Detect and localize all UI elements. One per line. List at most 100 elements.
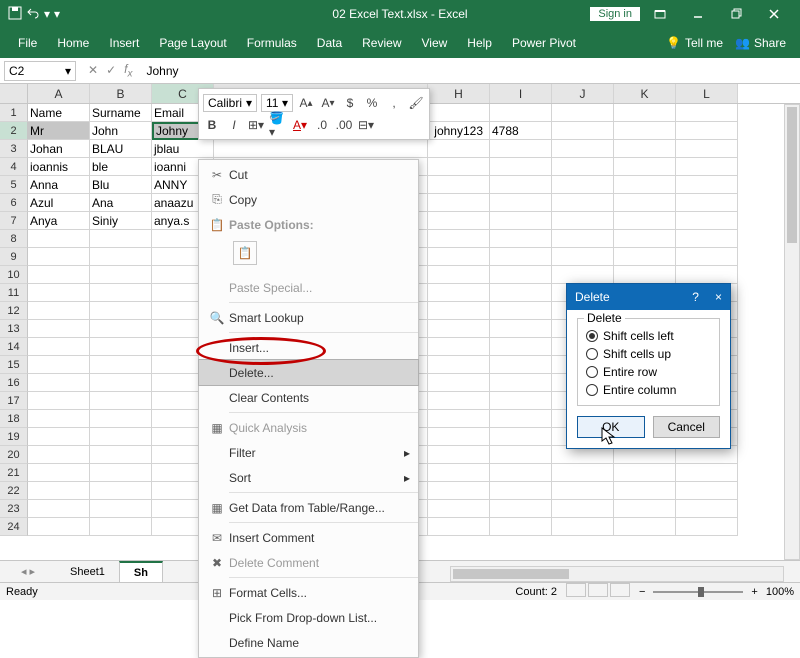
col-J[interactable]: J [552, 84, 614, 103]
size-select[interactable]: 11▾ [261, 94, 293, 112]
quick-icon: ▦ [205, 421, 229, 435]
increase-font-icon[interactable]: A▴ [297, 94, 315, 112]
format-painter-icon[interactable]: 🖌 [407, 94, 425, 112]
accounting-icon[interactable]: $ [341, 94, 359, 112]
restore-icon[interactable] [718, 4, 754, 24]
col-B[interactable]: B [90, 84, 152, 103]
fx-icon[interactable]: fx [124, 62, 132, 79]
zoom-slider[interactable] [653, 591, 743, 593]
close-icon[interactable] [756, 4, 792, 24]
menu-sort[interactable]: Sort▸ [199, 465, 418, 490]
enter-formula-icon[interactable]: ✓ [106, 63, 116, 77]
tab-insert[interactable]: Insert [99, 28, 149, 58]
font-select[interactable]: Calibri▾ [203, 94, 257, 112]
bulb-icon: 💡 [666, 36, 681, 50]
cancel-button[interactable]: Cancel [653, 416, 721, 438]
col-H[interactable]: H [428, 84, 490, 103]
decrease-decimal-icon[interactable]: .0 [313, 116, 331, 134]
menu-paste-options: 📋 [199, 237, 418, 275]
sheet-tab-active[interactable]: Sh [119, 561, 163, 582]
menu-cut[interactable]: ✂Cut [199, 162, 418, 187]
menu-clear-contents[interactable]: Clear Contents [199, 385, 418, 410]
tab-home[interactable]: Home [47, 28, 99, 58]
tab-file[interactable]: File [8, 28, 47, 58]
paste-icon: 📋 [205, 218, 229, 232]
dialog-help-icon[interactable]: ? [692, 290, 699, 304]
chevron-down-icon[interactable]: ▾ [65, 64, 71, 78]
decrease-font-icon[interactable]: A▾ [319, 94, 337, 112]
titlebar: ▾ ▾ 02 Excel Text.xlsx - Excel Sign in [0, 0, 800, 28]
zoom-level[interactable]: 100% [766, 586, 794, 598]
dialog-title: Delete [575, 290, 610, 304]
menu-smart-lookup[interactable]: 🔍Smart Lookup [199, 305, 418, 330]
ribbon: File Home Insert Page Layout Formulas Da… [0, 28, 800, 58]
menu-insert-comment[interactable]: ✉Insert Comment [199, 525, 418, 550]
fill-color-icon[interactable]: 🪣▾ [269, 116, 287, 134]
formula-bar[interactable]: Johny [140, 64, 800, 78]
dialog-group-legend: Delete [584, 311, 625, 325]
tab-view[interactable]: View [412, 28, 458, 58]
merge-icon[interactable]: ⊟▾ [357, 116, 375, 134]
share-button[interactable]: 👥Share [729, 36, 792, 50]
dialog-close-icon[interactable]: × [715, 290, 722, 304]
col-K[interactable]: K [614, 84, 676, 103]
radio-shift-left[interactable]: Shift cells left [586, 327, 711, 345]
sheet-nav[interactable]: ◂ ▸ [0, 565, 56, 578]
radio-shift-up[interactable]: Shift cells up [586, 345, 711, 363]
tab-page-layout[interactable]: Page Layout [149, 28, 236, 58]
italic-icon[interactable]: I [225, 116, 243, 134]
radio-entire-row[interactable]: Entire row [586, 363, 711, 381]
menu-get-data[interactable]: ▦Get Data from Table/Range... [199, 495, 418, 520]
border-icon[interactable]: ⊞▾ [247, 116, 265, 134]
ribbon-options-icon[interactable] [642, 4, 678, 24]
menu-filter[interactable]: Filter▸ [199, 440, 418, 465]
status-count: Count: 2 [515, 586, 557, 598]
menu-format-cells[interactable]: ⊞Format Cells... [199, 580, 418, 605]
select-all-corner[interactable] [0, 84, 28, 103]
view-buttons[interactable] [565, 583, 631, 600]
tell-me[interactable]: 💡Tell me [660, 36, 729, 50]
col-I[interactable]: I [490, 84, 552, 103]
undo-icon[interactable] [26, 6, 40, 23]
qat-more-icon[interactable]: ▾ [54, 7, 60, 21]
menu-paste-options-label: 📋Paste Options: [199, 212, 418, 237]
menu-delete[interactable]: Delete... [199, 360, 418, 385]
minimize-icon[interactable] [680, 4, 716, 24]
menu-paste-special[interactable]: Paste Special... [199, 275, 418, 300]
increase-decimal-icon[interactable]: .00 [335, 116, 353, 134]
font-color-icon[interactable]: A▾ [291, 116, 309, 134]
menu-insert[interactable]: Insert... [199, 335, 418, 360]
window-title: 02 Excel Text.xlsx - Excel [332, 7, 467, 21]
tab-review[interactable]: Review [352, 28, 411, 58]
menu-define-name[interactable]: Define Name [199, 630, 418, 655]
menu-pick-dropdown[interactable]: Pick From Drop-down List... [199, 605, 418, 630]
save-icon[interactable] [8, 6, 22, 23]
tab-help[interactable]: Help [457, 28, 502, 58]
name-box[interactable]: C2▾ [4, 61, 76, 81]
dialog-titlebar[interactable]: Delete ? × [567, 284, 730, 310]
comma-icon[interactable]: , [385, 94, 403, 112]
sheet-tab-1[interactable]: Sheet1 [56, 561, 119, 582]
radio-entire-col[interactable]: Entire column [586, 381, 711, 399]
scrollbar-h[interactable] [450, 566, 784, 582]
menu-delete-comment[interactable]: ✖Delete Comment [199, 550, 418, 575]
sign-in-button[interactable]: Sign in [590, 7, 640, 21]
redo-icon[interactable]: ▾ [44, 7, 50, 21]
paste-option-default[interactable]: 📋 [233, 241, 257, 265]
percent-icon[interactable]: % [363, 94, 381, 112]
zoom-out-icon[interactable]: − [639, 586, 645, 598]
tab-formulas[interactable]: Formulas [237, 28, 307, 58]
cursor-icon [601, 427, 619, 447]
tab-power-pivot[interactable]: Power Pivot [502, 28, 586, 58]
menu-copy[interactable]: ⎘Copy [199, 187, 418, 212]
formula-bar-row: C2▾ ✕ ✓ fx Johny [0, 58, 800, 84]
tab-data[interactable]: Data [307, 28, 352, 58]
col-L[interactable]: L [676, 84, 738, 103]
scrollbar-v[interactable] [784, 104, 800, 560]
bold-icon[interactable]: B [203, 116, 221, 134]
menu-quick-analysis[interactable]: ▦Quick Analysis [199, 415, 418, 440]
context-menu: ✂Cut ⎘Copy 📋Paste Options: 📋 Paste Speci… [198, 159, 419, 658]
col-A[interactable]: A [28, 84, 90, 103]
zoom-in-icon[interactable]: + [751, 586, 757, 598]
cancel-formula-icon[interactable]: ✕ [88, 63, 98, 77]
